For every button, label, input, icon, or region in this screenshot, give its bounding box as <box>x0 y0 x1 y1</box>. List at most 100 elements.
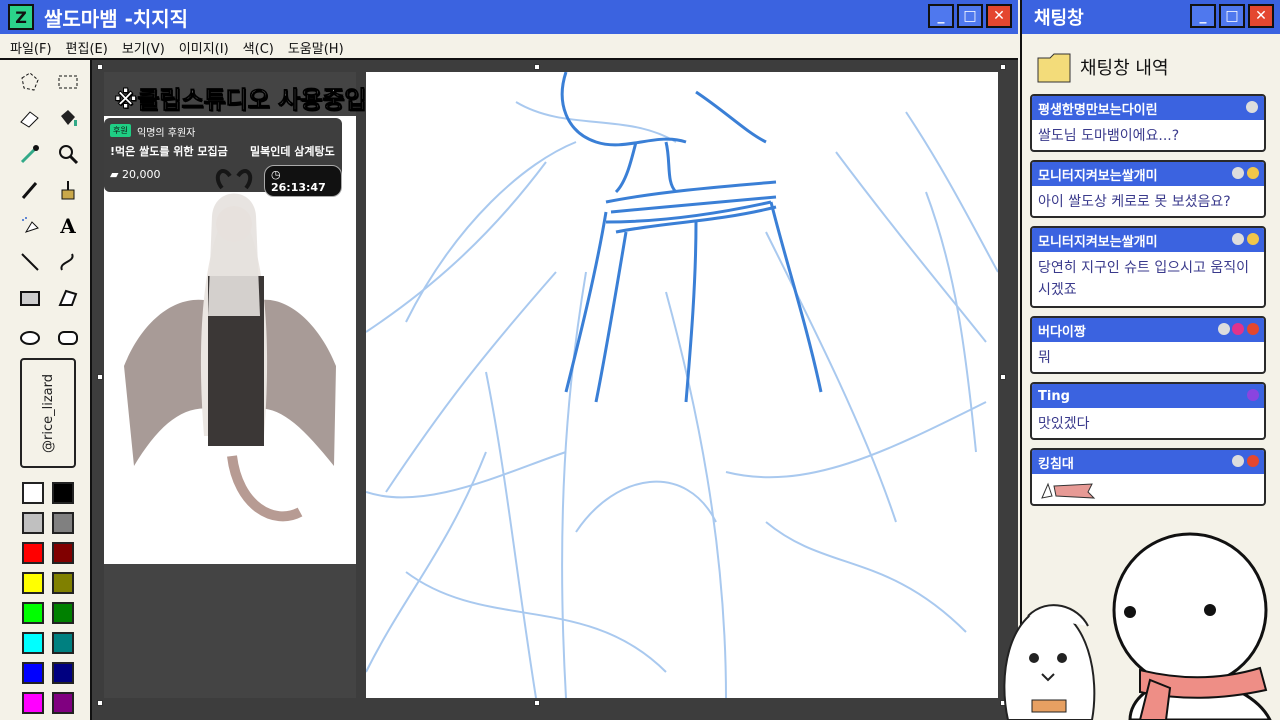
color-swatch[interactable] <box>52 542 74 564</box>
free-select-icon[interactable] <box>16 68 44 96</box>
menu-file[interactable]: 파일(F) <box>10 38 52 57</box>
clock-icon: ◷ <box>271 168 281 181</box>
heart-icon <box>1247 389 1259 401</box>
girl-avatar <box>1003 604 1096 720</box>
resize-handle-top-left[interactable] <box>97 64 103 70</box>
rounded-rect-tool-icon[interactable] <box>54 324 82 352</box>
line-tool-icon[interactable] <box>16 248 44 276</box>
window-title: 쌀도마뱀 -치지직 <box>44 6 189 31</box>
chat-minimize-button[interactable]: _ <box>1190 4 1216 28</box>
maximize-button[interactable]: □ <box>957 4 983 28</box>
donation-timer-pill: ◷ 26:13:47 <box>264 165 342 197</box>
resize-handle-bottom-left[interactable] <box>97 700 103 706</box>
color-picker-icon[interactable] <box>16 140 44 168</box>
badge-icon <box>1247 455 1259 467</box>
toolbox: A @rice_lizard <box>0 60 92 720</box>
heart-icon <box>1232 323 1244 335</box>
pencil-icon[interactable] <box>16 176 44 204</box>
menu-color[interactable]: 색(C) <box>243 38 274 57</box>
resize-handle-left[interactable] <box>97 374 103 380</box>
chat-text: 맛있겠다 <box>1038 416 1090 432</box>
chat-username: 버다이짱 <box>1038 324 1086 340</box>
chat-history-label: 채팅창 내역 <box>1080 58 1169 79</box>
chat-text: 아이 쌀도상 케로로 못 보셨음요? <box>1038 194 1231 210</box>
color-swatch[interactable] <box>52 512 74 534</box>
badge-icon <box>1218 323 1230 335</box>
color-swatch[interactable] <box>22 692 44 714</box>
desktop: { "app": { "title": "쌀도마뱀 -치지직", "logo_l… <box>0 0 1280 720</box>
donation-title: !먹은 쌀도를 위한 모집금 <box>110 145 228 158</box>
chat-username: 모니터지켜보는쌀개미 <box>1038 234 1158 250</box>
chat-message: 모니터지켜보는쌀개미 당연히 지구인 슈트 입으시고 움직이시겠죠 <box>1030 226 1266 308</box>
text-tool-icon[interactable]: A <box>54 212 82 240</box>
chat-username: 킹침대 <box>1038 456 1074 472</box>
color-swatch[interactable] <box>52 632 74 654</box>
color-swatch[interactable] <box>52 662 74 684</box>
chat-history-header: 채팅창 내역 <box>1036 50 1169 84</box>
menu-edit[interactable]: 편집(E) <box>66 38 108 57</box>
chat-sticker <box>1032 474 1264 504</box>
badge-icon <box>1247 167 1259 179</box>
ellipse-tool-icon[interactable] <box>16 324 44 352</box>
badge-icon <box>1232 167 1244 179</box>
badge-icon <box>1247 323 1259 335</box>
minimize-button[interactable]: _ <box>928 4 954 28</box>
donation-subtitle: 밀복인데 삼계탕도 <box>250 145 335 158</box>
color-swatch[interactable] <box>22 662 44 684</box>
signature-text: @rice_lizard <box>40 373 56 453</box>
brush-icon[interactable] <box>54 176 82 204</box>
donation-amount: 20,000 <box>121 168 161 181</box>
resize-handle-top-right[interactable] <box>1000 64 1006 70</box>
color-swatch[interactable] <box>52 482 74 504</box>
rect-select-icon[interactable] <box>54 68 82 96</box>
signature-box: @rice_lizard <box>20 358 76 468</box>
menu-view[interactable]: 보기(V) <box>122 38 165 57</box>
polygon-tool-icon[interactable] <box>54 284 82 312</box>
color-swatch[interactable] <box>52 572 74 594</box>
color-swatch[interactable] <box>22 482 44 504</box>
color-swatch[interactable] <box>22 602 44 624</box>
chat-text: 뭐 <box>1038 350 1051 366</box>
airbrush-icon[interactable] <box>16 212 44 240</box>
color-swatch[interactable] <box>52 602 74 624</box>
curve-tool-icon[interactable] <box>54 248 82 276</box>
menu-help[interactable]: 도움말(H) <box>288 38 344 57</box>
sticker-icon <box>1041 482 1096 499</box>
magnifier-icon[interactable] <box>54 140 82 168</box>
main-title-bar[interactable]: Z 쌀도마뱀 -치지직 _ □ ✕ <box>0 0 1018 34</box>
chat-title: 채팅창 <box>1034 8 1084 29</box>
chat-close-button[interactable]: ✕ <box>1248 4 1274 28</box>
menu-image[interactable]: 이미지(I) <box>179 38 229 57</box>
donation-card: 후원 익명의 후원자 !먹은 쌀도를 위한 모집금 밀복인데 삼계탕도 ▰ 20… <box>104 118 342 197</box>
chat-message: 평생한명만보는다이린 쌀도님 도마뱀이에요...? <box>1030 94 1266 152</box>
resize-handle-top[interactable] <box>534 64 540 70</box>
chat-title-bar[interactable]: 채팅창 _ □ ✕ <box>1022 0 1280 34</box>
fill-bucket-icon[interactable] <box>54 104 82 132</box>
donation-timer: 26:13:47 <box>271 181 326 194</box>
resize-handle-bottom[interactable] <box>534 700 540 706</box>
color-swatch[interactable] <box>22 632 44 654</box>
cash-icon: ▰ <box>110 168 119 181</box>
color-swatch[interactable] <box>22 542 44 564</box>
badge-icon <box>1247 233 1259 245</box>
resize-handle-right[interactable] <box>1000 374 1006 380</box>
chat-username: 평생한명만보는다이린 <box>1038 102 1158 118</box>
chat-message: Ting 맛있겠다 <box>1030 382 1266 440</box>
chat-text: 당연히 지구인 슈트 입으시고 움직이시겠죠 <box>1038 260 1249 298</box>
badge-icon <box>1232 455 1244 467</box>
drawing-canvas[interactable] <box>365 71 999 699</box>
badge-icon <box>1246 101 1258 113</box>
app-logo-icon: Z <box>8 4 34 30</box>
color-swatch[interactable] <box>22 572 44 594</box>
color-swatch[interactable] <box>22 512 44 534</box>
donation-amount-row: ▰ 20,000 <box>110 168 160 181</box>
color-swatch[interactable] <box>52 692 74 714</box>
donation-tag: 후원 <box>110 124 131 137</box>
folder-icon <box>1037 53 1071 83</box>
chat-message: 킹침대 <box>1030 448 1266 506</box>
close-button[interactable]: ✕ <box>986 4 1012 28</box>
chat-maximize-button[interactable]: □ <box>1219 4 1245 28</box>
eraser-icon[interactable] <box>16 104 44 132</box>
chat-message: 모니터지켜보는쌀개미 아이 쌀도상 케로로 못 보셨음요? <box>1030 160 1266 218</box>
rectangle-tool-icon[interactable] <box>16 284 44 312</box>
